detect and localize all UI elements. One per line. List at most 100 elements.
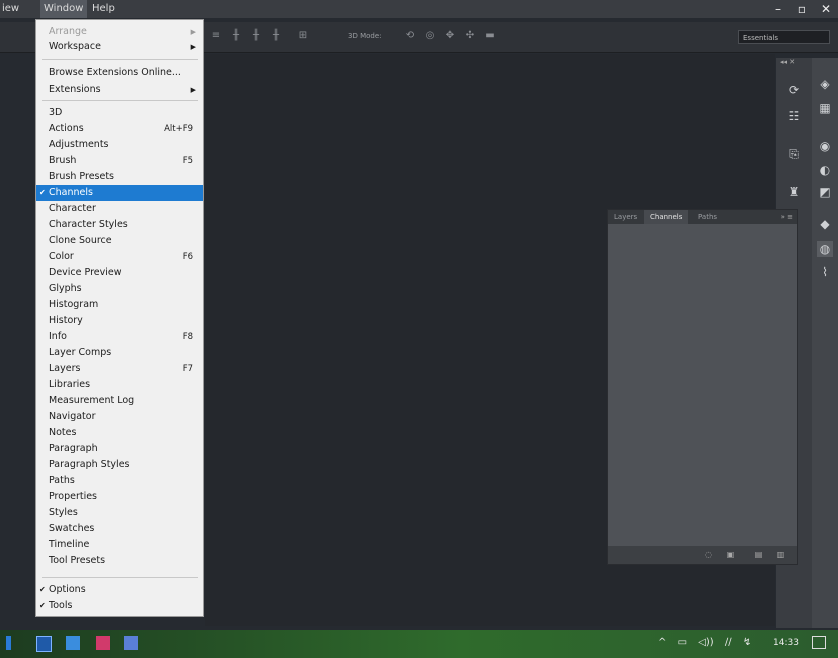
menu-item-history[interactable]: History: [36, 313, 203, 329]
dropbox-app-icon[interactable]: [66, 636, 80, 650]
3d-scale-icon[interactable]: ▬: [484, 30, 496, 42]
color-panel-icon[interactable]: ◉: [817, 138, 833, 154]
styles-panel-icon[interactable]: ◩: [817, 184, 833, 200]
3d-roll-icon[interactable]: ◎: [424, 30, 436, 42]
panel-dock-expanded: ◈ ▦ ◉ ◐ ◩ ◆ ◍ ⌇: [812, 58, 838, 628]
new-channel-icon[interactable]: ▤: [754, 550, 763, 559]
menu-view[interactable]: iew: [2, 3, 19, 14]
menu-item-3d[interactable]: 3D: [36, 105, 203, 121]
auto-align-icon[interactable]: ⊞: [297, 30, 309, 42]
menu-item-navigator[interactable]: Navigator: [36, 409, 203, 425]
menu-item-color[interactable]: Color F6: [36, 249, 203, 265]
wifi-icon[interactable]: ∕∕: [725, 637, 732, 648]
3d-mode-label: 3D Mode:: [348, 32, 382, 40]
3d-rotate-icon[interactable]: ⟲: [404, 30, 416, 42]
taskbar: ^ ▭ ◁)) ∕∕ ↯ 14:33: [0, 630, 838, 658]
menu-item-character[interactable]: Character: [36, 201, 203, 217]
menu-item-actions[interactable]: Actions Alt+F9: [36, 121, 203, 137]
menu-item-tool-presets[interactable]: Tool Presets: [36, 553, 203, 569]
panel-tab-bar: Layers Channels Paths » ≡: [608, 210, 797, 224]
menu-item-clone-source[interactable]: Clone Source: [36, 233, 203, 249]
power-icon[interactable]: ↯: [743, 637, 751, 648]
menu-item-measurement-log[interactable]: Measurement Log: [36, 393, 203, 409]
menu-item-info[interactable]: Info F8: [36, 329, 203, 345]
menu-item-layer-comps[interactable]: Layer Comps: [36, 345, 203, 361]
menu-item-options[interactable]: ✔ Options: [36, 582, 203, 598]
menu-item-browse-extensions-online[interactable]: Browse Extensions Online...: [36, 65, 203, 81]
dock-collapse-icon[interactable]: ◂◂ ✕: [780, 58, 795, 66]
menu-item-shortcut: F8: [182, 332, 193, 342]
menu-item-swatches[interactable]: Swatches: [36, 521, 203, 537]
menu-item-libraries[interactable]: Libraries: [36, 377, 203, 393]
menu-item-properties[interactable]: Properties: [36, 489, 203, 505]
notifications-icon[interactable]: [812, 636, 826, 649]
submenu-arrow-icon: ▶: [190, 43, 196, 51]
menu-item-brush-presets[interactable]: Brush Presets: [36, 169, 203, 185]
channels-list: [608, 224, 797, 546]
tab-paths[interactable]: Paths: [692, 210, 723, 224]
menu-item-label: Paragraph: [49, 443, 98, 454]
save-selection-icon[interactable]: ▣: [726, 550, 735, 559]
menu-item-tools[interactable]: ✔ Tools: [36, 598, 203, 614]
menu-item-arrange[interactable]: Arrange ▶: [36, 24, 203, 40]
visio-app-icon[interactable]: [124, 636, 138, 650]
adjustments-panel-icon[interactable]: ◐: [817, 162, 833, 178]
menu-item-layers[interactable]: Layers F7: [36, 361, 203, 377]
menu-item-channels[interactable]: ✔ Channels: [36, 185, 203, 201]
minimize-button[interactable]: –: [766, 0, 790, 18]
menu-item-device-preview[interactable]: Device Preview: [36, 265, 203, 281]
maximize-button[interactable]: ▫: [790, 0, 814, 18]
menu-item-notes[interactable]: Notes: [36, 425, 203, 441]
delete-channel-icon[interactable]: ▥: [776, 550, 785, 559]
menu-item-character-styles[interactable]: Character Styles: [36, 217, 203, 233]
menu-help[interactable]: Help: [92, 3, 115, 14]
panel-menu-icon[interactable]: » ≡: [781, 210, 793, 224]
properties-panel-icon[interactable]: ☷: [786, 108, 802, 124]
battery-icon[interactable]: ▭: [678, 637, 687, 648]
menu-item-shortcut: F7: [182, 364, 193, 374]
clock[interactable]: 14:33: [773, 638, 799, 648]
start-button[interactable]: [6, 636, 11, 650]
menu-item-paragraph-styles[interactable]: Paragraph Styles: [36, 457, 203, 473]
tab-layers[interactable]: Layers: [608, 210, 643, 224]
menu-window[interactable]: Window: [40, 0, 88, 18]
workspace-select[interactable]: Essentials: [738, 30, 830, 44]
libraries-panel-icon[interactable]: ▦: [817, 100, 833, 116]
tray-expand-icon[interactable]: ^: [658, 637, 666, 648]
menu-item-histogram[interactable]: Histogram: [36, 297, 203, 313]
menu-item-workspace[interactable]: Workspace ▶: [36, 39, 203, 55]
menu-separator: [42, 100, 198, 101]
menu-item-glyphs[interactable]: Glyphs: [36, 281, 203, 297]
volume-icon[interactable]: ◁)): [698, 637, 714, 648]
channels-panel-icon[interactable]: ◍: [817, 241, 833, 257]
indesign-app-icon[interactable]: [96, 636, 110, 650]
align-left-icon[interactable]: ╫: [230, 30, 242, 42]
align-icon[interactable]: ≡: [210, 30, 222, 42]
menu-item-adjustments[interactable]: Adjustments: [36, 137, 203, 153]
load-selection-icon[interactable]: ◌: [704, 550, 713, 559]
distribute-icon[interactable]: ╫: [250, 30, 262, 42]
menu-item-label: Layers: [49, 363, 81, 374]
distribute-center-icon[interactable]: ╫: [270, 30, 282, 42]
paths-panel-icon[interactable]: ⌇: [817, 264, 833, 280]
menu-item-paths[interactable]: Paths: [36, 473, 203, 489]
menu-item-styles[interactable]: Styles: [36, 505, 203, 521]
3d-panel-icon[interactable]: ◈: [817, 76, 833, 92]
menu-item-paragraph[interactable]: Paragraph: [36, 441, 203, 457]
menu-item-timeline[interactable]: Timeline: [36, 537, 203, 553]
tab-channels[interactable]: Channels: [644, 210, 689, 224]
actions-panel-icon[interactable]: ♜: [786, 184, 802, 200]
clone-source-panel-icon[interactable]: ⎘: [786, 146, 802, 162]
close-button[interactable]: ✕: [814, 0, 838, 18]
menu-bar: iew Window Help – ▫ ✕: [0, 0, 838, 18]
3d-pan-icon[interactable]: ✥: [444, 30, 456, 42]
menu-item-brush[interactable]: Brush F5: [36, 153, 203, 169]
menu-item-label: Browse Extensions Online...: [49, 67, 181, 78]
3d-slide-icon[interactable]: ✣: [464, 30, 476, 42]
menu-item-label: Extensions: [49, 84, 101, 95]
layers-panel-icon[interactable]: ◆: [817, 216, 833, 232]
photoshop-app-icon[interactable]: [36, 636, 52, 652]
submenu-arrow-icon: ▶: [190, 86, 196, 94]
menu-item-extensions[interactable]: Extensions ▶: [36, 82, 203, 98]
history-panel-icon[interactable]: ⟳: [786, 82, 802, 98]
